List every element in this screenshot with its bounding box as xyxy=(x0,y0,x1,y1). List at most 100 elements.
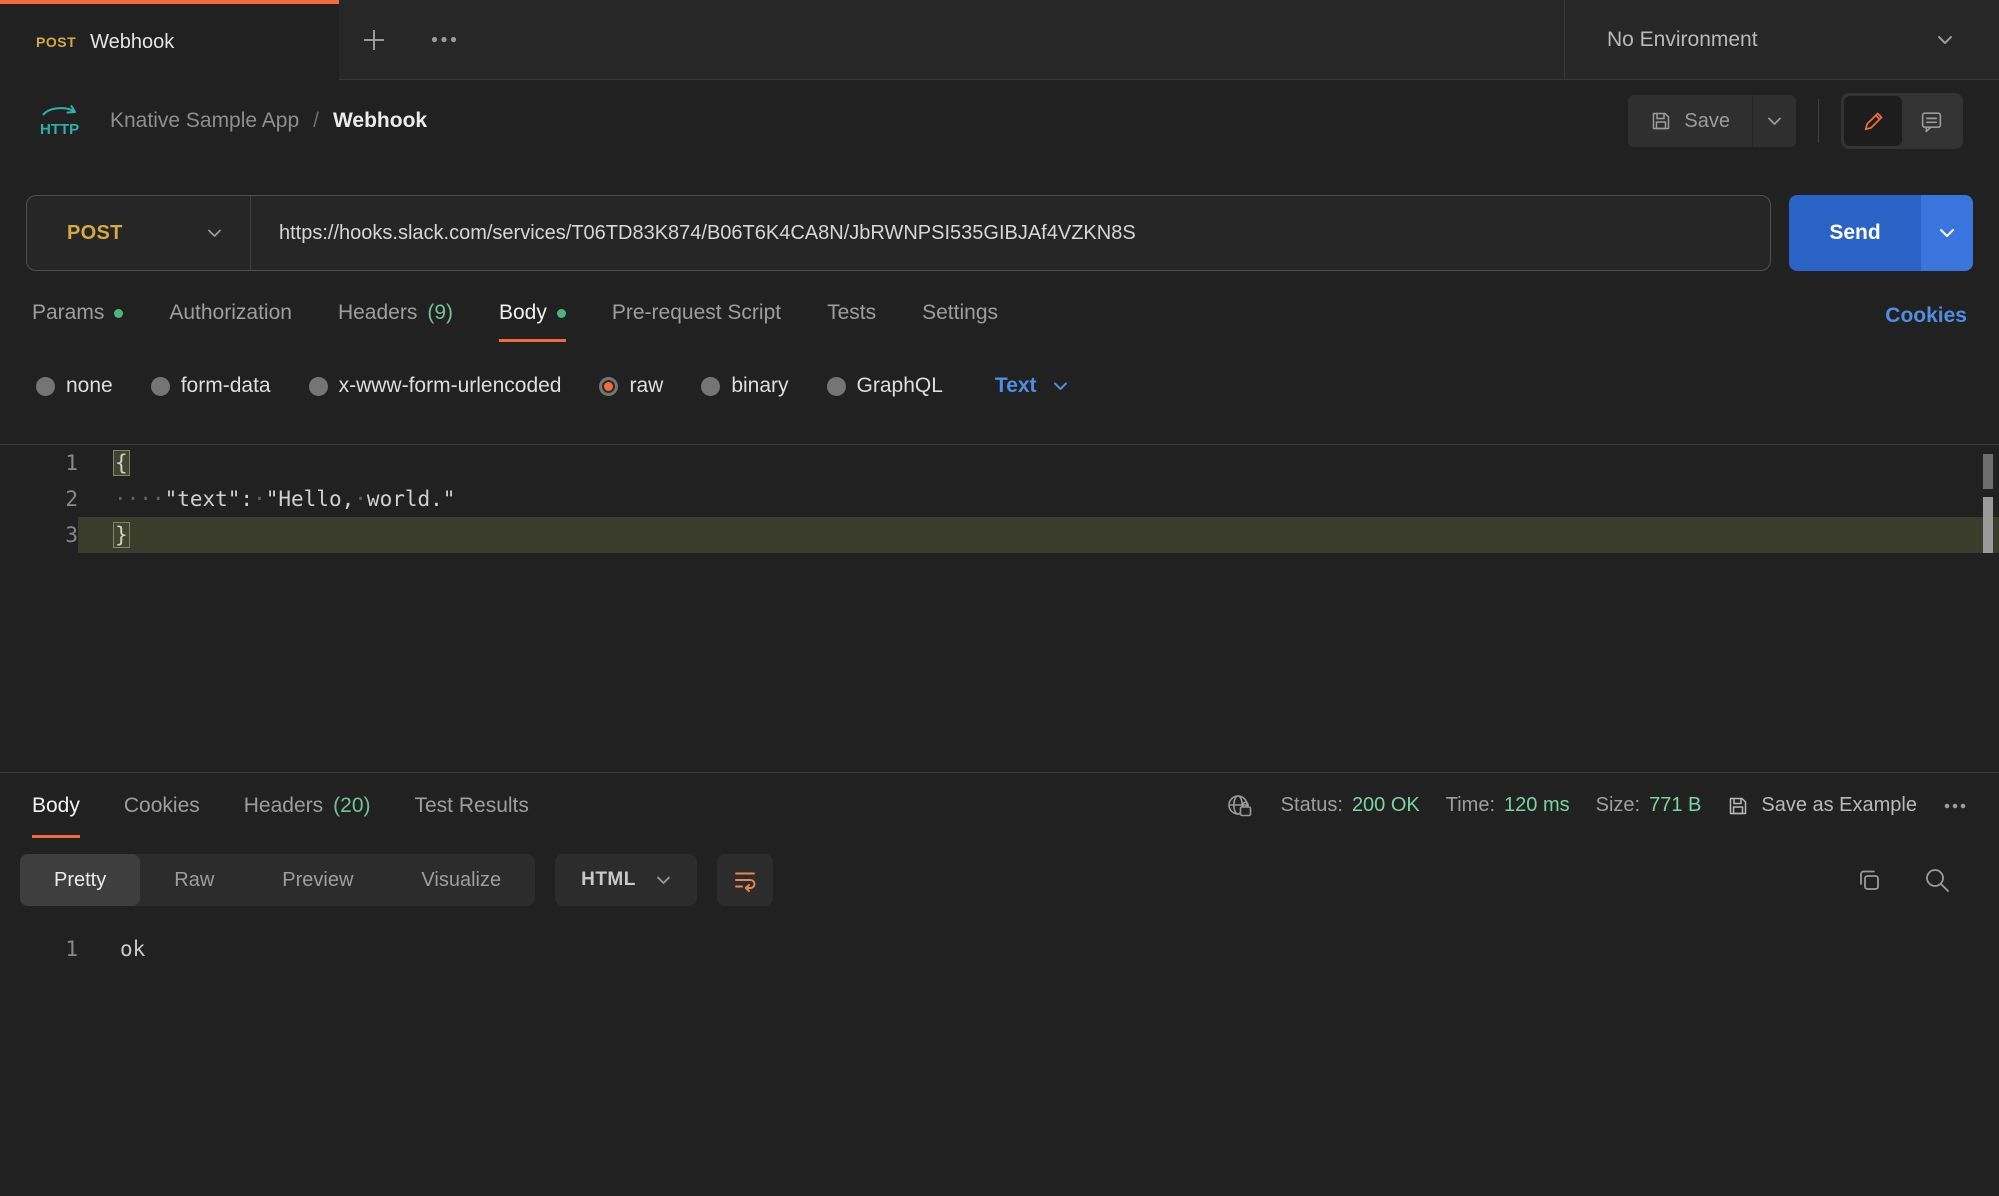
tab-bar: POST Webhook No Environment xyxy=(0,0,1999,80)
radio-icon xyxy=(701,377,720,396)
radio-selected-icon xyxy=(599,377,618,396)
whitespace-dot: · xyxy=(253,487,266,511)
new-tab-button[interactable] xyxy=(339,0,409,79)
mode-raw[interactable]: raw xyxy=(599,374,663,398)
response-body-text: ok xyxy=(78,932,145,966)
tab-pre-request-label: Pre-request Script xyxy=(612,301,781,325)
tab-headers[interactable]: Headers (9) xyxy=(338,301,453,342)
network-info-icon[interactable] xyxy=(1225,791,1255,821)
save-button-label: Save xyxy=(1684,110,1730,133)
chevron-down-icon xyxy=(1767,117,1782,126)
tab-tests-label: Tests xyxy=(827,301,876,325)
comments-button[interactable] xyxy=(1902,96,1960,146)
response-format-label: HTML xyxy=(581,869,636,891)
tab-params[interactable]: Params xyxy=(32,301,123,342)
environment-label: No Environment xyxy=(1607,28,1758,52)
response-toolbar: Pretty Raw Preview Visualize HTML xyxy=(0,854,1999,906)
params-active-dot xyxy=(114,309,123,318)
scrollbar-mark[interactable] xyxy=(1983,454,1993,489)
chevron-down-icon xyxy=(656,876,671,885)
tab-body[interactable]: Body xyxy=(499,301,566,342)
request-body-editor[interactable]: 1 { 2 ····"text":·"Hello,·world." 3 } xyxy=(0,444,1999,772)
time-value: 120 ms xyxy=(1504,794,1570,817)
mode-form-data[interactable]: form-data xyxy=(151,374,271,398)
whitespace-dot: · xyxy=(354,487,367,511)
open-brace: { xyxy=(114,451,129,475)
raw-language-selector[interactable]: Text xyxy=(995,374,1068,398)
view-visualize[interactable]: Visualize xyxy=(387,854,535,906)
radio-icon xyxy=(309,377,328,396)
radio-icon xyxy=(36,377,55,396)
tab-settings-label: Settings xyxy=(922,301,998,325)
mode-urlencoded[interactable]: x-www-form-urlencoded xyxy=(309,374,562,398)
json-key: "text": xyxy=(165,487,254,511)
method-label: POST xyxy=(67,222,123,245)
tab-pre-request-script[interactable]: Pre-request Script xyxy=(612,301,781,342)
response-format-selector[interactable]: HTML xyxy=(555,854,697,906)
save-icon xyxy=(1650,110,1672,132)
edit-request-button[interactable] xyxy=(1844,96,1902,146)
response-tools xyxy=(1855,866,1979,894)
line-number: 3 xyxy=(0,517,78,553)
save-button[interactable]: Save xyxy=(1628,95,1752,147)
edit-mode-group xyxy=(1841,93,1963,149)
response-tab-test-results[interactable]: Test Results xyxy=(415,773,529,838)
response-tab-headers[interactable]: Headers (20) xyxy=(244,773,371,838)
view-raw[interactable]: Raw xyxy=(140,854,248,906)
mode-raw-label: raw xyxy=(629,374,663,398)
response-tab-cookies[interactable]: Cookies xyxy=(124,773,200,838)
url-input[interactable]: https://hooks.slack.com/services/T06TD83… xyxy=(251,222,1136,245)
line-number: 1 xyxy=(0,445,78,481)
tab-settings[interactable]: Settings xyxy=(922,301,998,342)
tab-title: Webhook xyxy=(90,31,174,54)
breadcrumb-collection[interactable]: Knative Sample App xyxy=(110,109,299,133)
close-brace: } xyxy=(114,523,129,547)
editor-line: 1 { xyxy=(0,445,1999,481)
response-tab-cookies-label: Cookies xyxy=(124,794,200,818)
send-options-button[interactable] xyxy=(1921,195,1973,271)
send-button[interactable]: Send xyxy=(1789,195,1921,271)
wrap-lines-button[interactable] xyxy=(717,854,773,906)
method-selector[interactable]: POST xyxy=(27,196,251,270)
cookies-link[interactable]: Cookies xyxy=(1885,304,1967,342)
response-meta: Status: 200 OK Time: 120 ms Size: 771 B … xyxy=(1225,791,1967,821)
body-mode-row: none form-data x-www-form-urlencoded raw… xyxy=(0,366,1999,406)
mode-binary[interactable]: binary xyxy=(701,374,788,398)
radio-icon xyxy=(151,377,170,396)
postman-app: POST Webhook No Environment HTTP Knative… xyxy=(0,0,1999,1196)
indent-whitespace: ···· xyxy=(114,487,165,511)
response-options-icon[interactable] xyxy=(1943,802,1967,810)
view-pretty[interactable]: Pretty xyxy=(20,854,140,906)
more-options-icon xyxy=(430,35,458,44)
save-as-example-label: Save as Example xyxy=(1761,794,1917,817)
copy-icon[interactable] xyxy=(1855,866,1883,894)
radio-icon xyxy=(827,377,846,396)
request-tabs: Params Authorization Headers (9) Body Pr… xyxy=(0,301,1999,342)
environment-selector[interactable]: No Environment xyxy=(1565,0,1999,79)
save-options-button[interactable] xyxy=(1752,95,1796,147)
request-tab-webhook[interactable]: POST Webhook xyxy=(0,0,339,80)
tab-body-label: Body xyxy=(499,301,547,325)
response-body[interactable]: 1 ok xyxy=(0,932,1999,966)
mode-form-data-label: form-data xyxy=(181,374,271,398)
mode-binary-label: binary xyxy=(731,374,788,398)
response-headers-count: (20) xyxy=(333,794,370,818)
size-indicator: Size: 771 B xyxy=(1596,794,1702,817)
body-active-dot xyxy=(557,309,566,318)
size-value: 771 B xyxy=(1649,794,1701,817)
tab-tests[interactable]: Tests xyxy=(827,301,876,342)
tab-options-button[interactable] xyxy=(409,0,479,79)
mode-none[interactable]: none xyxy=(36,374,113,398)
pencil-icon xyxy=(1861,109,1886,134)
mode-graphql[interactable]: GraphQL xyxy=(827,374,943,398)
json-value: "Hello, xyxy=(266,487,355,511)
mode-graphql-label: GraphQL xyxy=(857,374,943,398)
breadcrumb-request-name[interactable]: Webhook xyxy=(333,109,427,133)
search-icon[interactable] xyxy=(1923,866,1951,894)
scrollbar-mark[interactable] xyxy=(1983,497,1993,553)
raw-language-label: Text xyxy=(995,374,1037,398)
tab-authorization[interactable]: Authorization xyxy=(169,301,292,342)
view-preview[interactable]: Preview xyxy=(248,854,387,906)
response-tab-body[interactable]: Body xyxy=(32,773,80,838)
save-as-example-button[interactable]: Save as Example xyxy=(1727,794,1917,817)
